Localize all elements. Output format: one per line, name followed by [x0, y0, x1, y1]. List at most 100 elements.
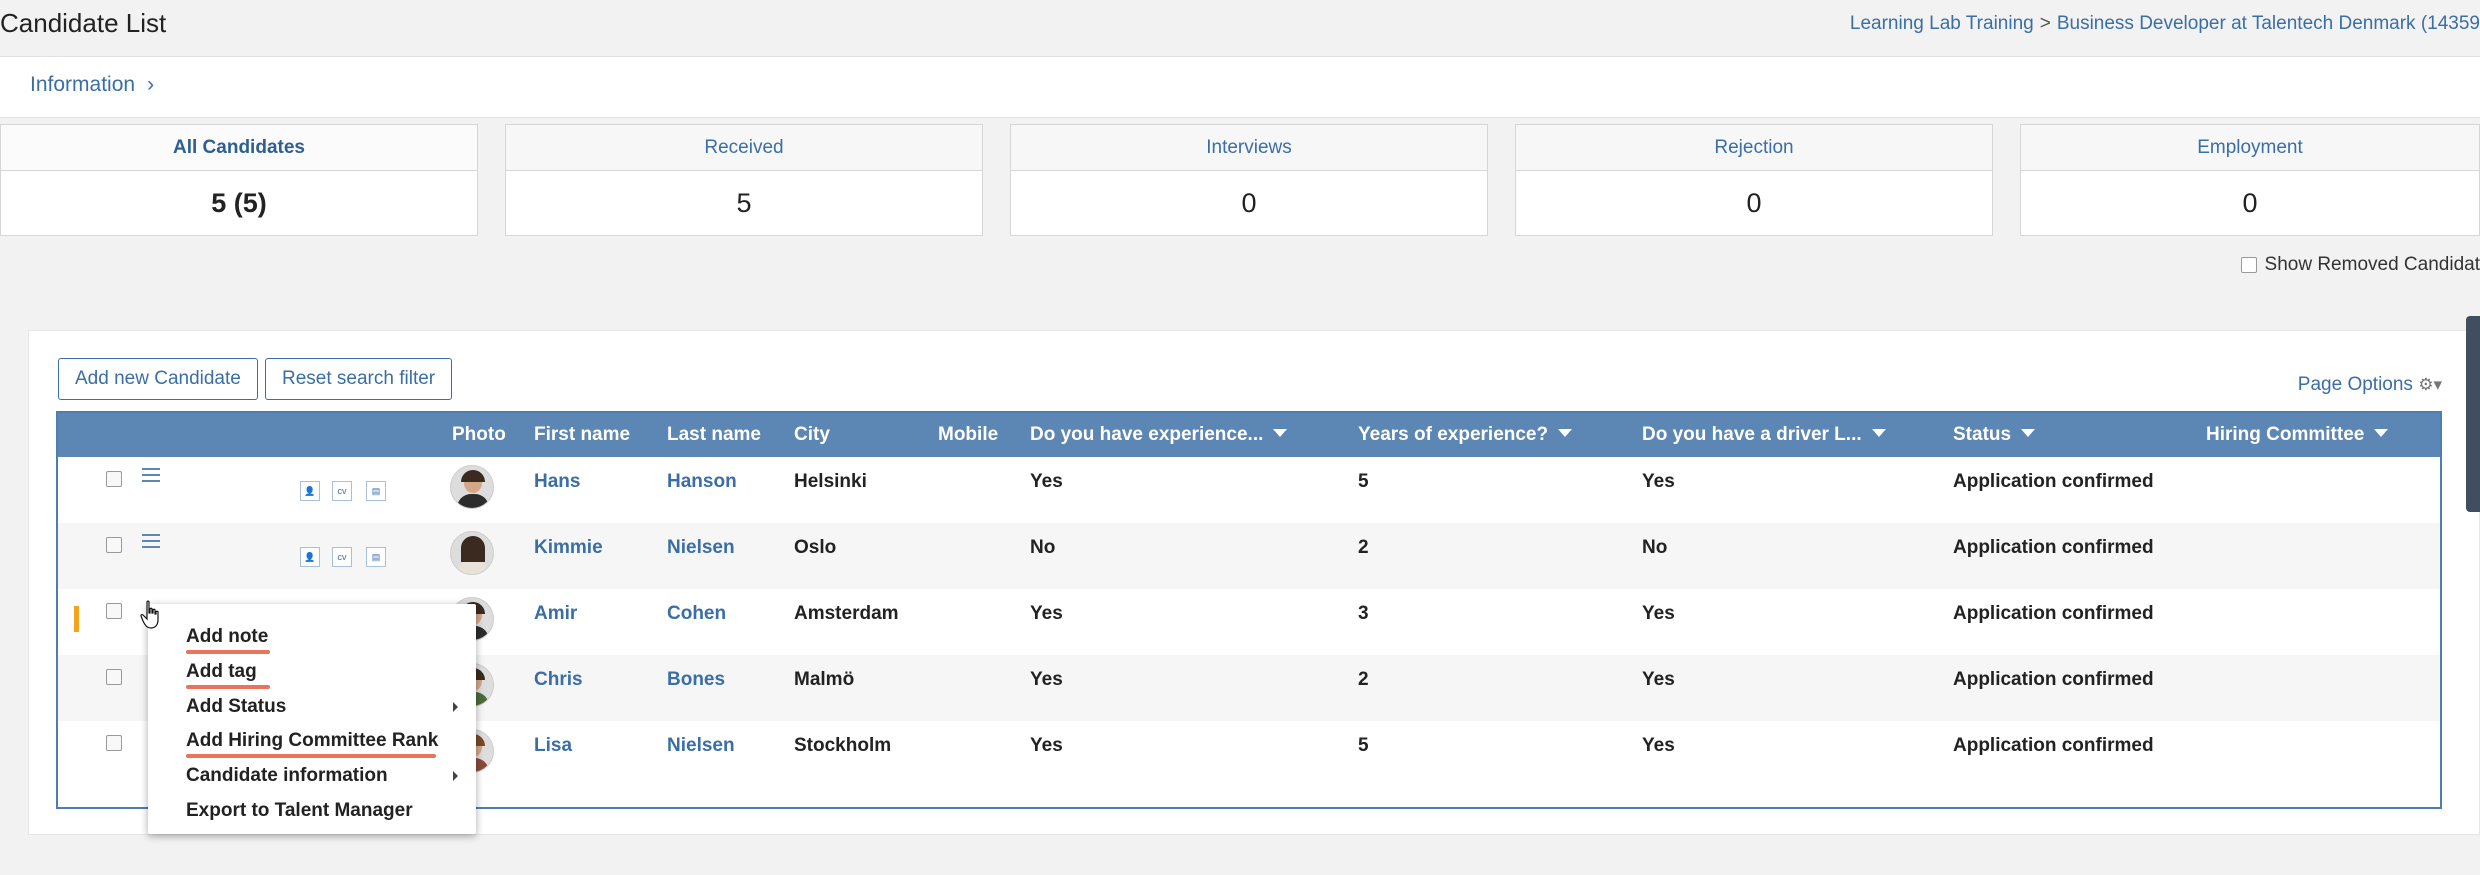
menu-item-label: Add tag	[186, 661, 257, 682]
header-driver[interactable]: Do you have a driver L...	[1642, 413, 1886, 457]
first-name[interactable]: Kimmie	[534, 537, 603, 559]
cv-icon[interactable]: cv	[332, 547, 352, 567]
first-name[interactable]: Amir	[534, 603, 577, 625]
driver-licence: No	[1642, 537, 1668, 558]
breadcrumb: Learning Lab Training > Business Developer…	[1850, 13, 2480, 35]
show-removed-checkbox[interactable]	[2240, 257, 2257, 273]
driver-licence: Yes	[1642, 735, 1675, 756]
filter-icon[interactable]	[2374, 428, 2389, 437]
menu-item-candidate-information[interactable]: Candidate information	[186, 765, 468, 787]
city: Malmö	[794, 669, 855, 690]
last-name[interactable]: Hanson	[667, 471, 737, 493]
page-options-link[interactable]: Page Options ⚙▾	[2298, 374, 2442, 396]
scrollbar-handle[interactable]	[2466, 316, 2480, 512]
row-menu-icon[interactable]	[142, 534, 160, 548]
stat-value: 0	[1746, 188, 1762, 218]
menu-item-add-tag[interactable]: Add tag	[186, 661, 270, 689]
menu-item-add-hiring-committee-rank[interactable]: Add Hiring Committee Rank	[186, 730, 438, 758]
header-city[interactable]: City	[794, 413, 830, 457]
reset-search-filter-button[interactable]: Reset search filter	[265, 358, 453, 400]
table-row[interactable]: 👤 cv ▤ Hans Hanson Helsinki Yes 5 Yes Ap…	[58, 457, 2440, 523]
first-name[interactable]: Lisa	[534, 735, 572, 757]
header-last-name[interactable]: Last name	[667, 413, 761, 457]
experience: Yes	[1030, 735, 1063, 756]
information-link[interactable]: Information ›	[30, 73, 154, 97]
stat-label: Employment	[2021, 125, 2479, 171]
breadcrumb-separator: >	[2039, 13, 2051, 34]
header-driver-label: Do you have a driver L...	[1642, 424, 1862, 445]
last-name[interactable]: Nielsen	[667, 735, 735, 757]
avatar	[450, 465, 494, 509]
last-name[interactable]: Cohen	[667, 603, 726, 625]
header-hiring-committee[interactable]: Hiring Committee	[2206, 413, 2389, 457]
header-hiring-label: Hiring Committee	[2206, 424, 2365, 445]
status: Application confirmed	[1953, 537, 2154, 558]
stat-label: All Candidates	[1, 125, 477, 171]
stat-label: Interviews	[1011, 125, 1487, 171]
page-options-label: Page Options	[2297, 374, 2413, 395]
years: 5	[1358, 735, 1369, 756]
gear-icon: ⚙▾	[2418, 375, 2442, 394]
filter-icon[interactable]	[1558, 428, 1573, 437]
stat-interviews[interactable]: Interviews 0	[1010, 124, 1488, 236]
row-checkbox[interactable]	[106, 471, 122, 487]
table-header: Photo First name Last name City Mobile D…	[58, 413, 2440, 457]
experience: Yes	[1030, 603, 1063, 624]
document-icon[interactable]: ▤	[366, 481, 386, 501]
row-checkbox[interactable]	[106, 603, 122, 619]
city: Amsterdam	[794, 603, 899, 624]
header-status[interactable]: Status	[1953, 413, 2036, 457]
header-mobile[interactable]: Mobile	[938, 413, 998, 457]
filter-icon[interactable]	[1273, 428, 1288, 437]
row-checkbox[interactable]	[106, 735, 122, 751]
menu-item-export-to-talent-manager[interactable]: Export to Talent Manager	[186, 800, 413, 822]
highlight-underline	[186, 650, 270, 654]
city: Stockholm	[794, 735, 892, 756]
row-menu-icon[interactable]	[142, 468, 160, 482]
years: 5	[1358, 471, 1369, 492]
chevron-right-icon: ›	[147, 73, 155, 96]
stat-value: 0	[2242, 188, 2258, 218]
avatar	[450, 531, 494, 575]
stat-all-candidates[interactable]: All Candidates 5 (5)	[0, 124, 478, 236]
row-checkbox[interactable]	[106, 537, 122, 553]
hand-cursor-icon	[140, 600, 159, 629]
menu-item-add-status[interactable]: Add Status	[186, 696, 468, 718]
breadcrumb-job[interactable]: Business Developer at Talentech Denmark …	[2057, 13, 2480, 34]
show-removed-toggle[interactable]: Show Removed Candidat	[2240, 254, 2480, 276]
header-years-label: Years of experience?	[1358, 424, 1549, 445]
stat-received[interactable]: Received 5	[505, 124, 983, 236]
header-years[interactable]: Years of experience?	[1358, 413, 1573, 457]
menu-item-label: Add note	[186, 626, 269, 647]
profile-doc-icon[interactable]: 👤	[300, 547, 320, 567]
highlight-underline	[186, 754, 436, 758]
breadcrumb-company[interactable]: Learning Lab Training	[1850, 13, 2034, 34]
context-menu: Add note Add tag Add Status Add Hiring C…	[148, 604, 476, 834]
header-experience[interactable]: Do you have experience...	[1030, 413, 1288, 457]
menu-item-label: Add Status	[186, 696, 287, 717]
last-name[interactable]: Bones	[667, 669, 725, 691]
last-name[interactable]: Nielsen	[667, 537, 735, 559]
stat-rejection[interactable]: Rejection 0	[1515, 124, 1993, 236]
document-icon[interactable]: ▤	[366, 547, 386, 567]
menu-item-add-note[interactable]: Add note	[186, 626, 270, 654]
profile-doc-icon[interactable]: 👤	[300, 481, 320, 501]
add-new-candidate-button[interactable]: Add new Candidate	[58, 358, 258, 400]
years: 2	[1358, 669, 1369, 690]
status: Application confirmed	[1953, 669, 2154, 690]
highlight-underline	[186, 685, 270, 689]
row-checkbox[interactable]	[106, 669, 122, 685]
stat-employment[interactable]: Employment 0	[2020, 124, 2480, 236]
header-first-name[interactable]: First name	[534, 413, 630, 457]
years: 3	[1358, 603, 1369, 624]
first-name[interactable]: Chris	[534, 669, 583, 691]
filter-icon[interactable]	[1871, 428, 1886, 437]
show-removed-label: Show Removed Candidat	[2264, 254, 2480, 275]
first-name[interactable]: Hans	[534, 471, 580, 493]
filter-icon[interactable]	[2021, 428, 2036, 437]
header-experience-label: Do you have experience...	[1030, 424, 1264, 445]
stat-value: 5	[736, 188, 752, 218]
table-row[interactable]: 👤 cv ▤ Kimmie Nielsen Oslo No 2 No Appli…	[58, 523, 2440, 589]
header-status-label: Status	[1953, 424, 2012, 445]
cv-icon[interactable]: cv	[332, 481, 352, 501]
